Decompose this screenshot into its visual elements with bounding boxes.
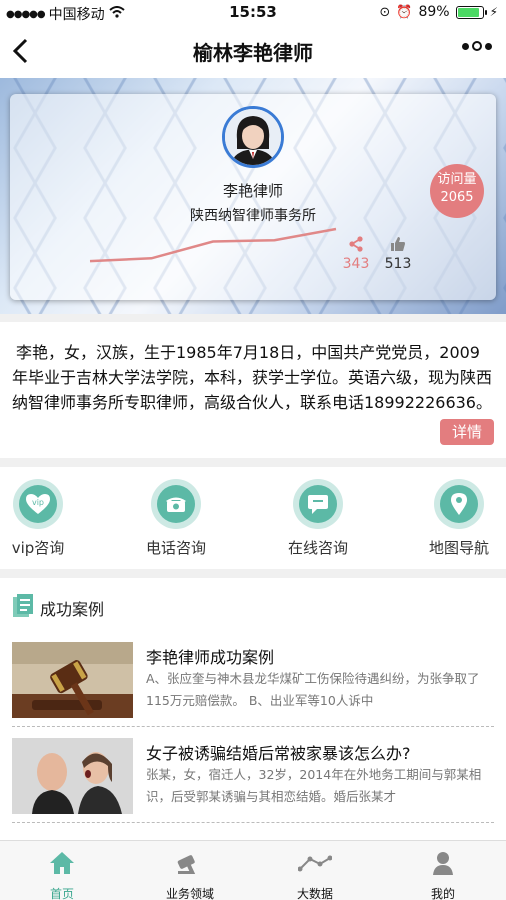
tab-big-data[interactable]: 大数据 <box>265 849 365 900</box>
status-bar: ●●●●● 中国移动 15:53 ⊙ ⏰ 89% ⚡ <box>0 0 506 26</box>
case-title: 李艳律师成功案例 <box>146 648 275 667</box>
visits-label: 访问量 <box>437 172 477 187</box>
thumbs-up-icon <box>382 236 414 256</box>
action-label: vip咨询 <box>11 539 65 557</box>
rotation-lock-icon: ⊙ <box>379 4 391 20</box>
battery-percent: 89% <box>418 4 450 20</box>
case-item[interactable]: 李艳律师成功案例 A、张应奎与神木县龙华煤矿工伤保险待遇纠纷，为张争取了115万… <box>12 642 494 730</box>
dot-icon <box>462 42 469 50</box>
tab-label: 我的 <box>430 887 455 900</box>
case-summary: A、张应奎与神木县龙华煤矿工伤保险待遇纠纷，为张争取了115万元赔偿款。 B、出… <box>146 671 480 708</box>
share-stat[interactable]: 343 <box>340 236 372 272</box>
svg-text:vip: vip <box>32 498 44 507</box>
case-summary: 张某，女，宿迁人，32岁，2014年在外地务工期间与郭某相识，后受郭某诱骗与其相… <box>146 767 482 804</box>
map-pin-icon <box>440 485 478 523</box>
share-count: 343 <box>342 256 370 272</box>
success-cases-section: 成功案例 李艳律师成功案例 A、张应奎与神木县龙华煤矿工伤保险待遇纠纷，为张争取… <box>0 578 506 840</box>
alarm-icon: ⏰ <box>396 4 413 20</box>
visits-trend-chart <box>89 227 337 263</box>
tab-business-areas[interactable]: 业务领域 <box>140 849 240 900</box>
tab-mine[interactable]: 我的 <box>393 849 493 900</box>
share-icon <box>340 236 372 256</box>
action-label: 地图导航 <box>428 539 489 557</box>
like-stat[interactable]: 513 <box>382 236 414 272</box>
battery-level <box>457 7 479 17</box>
chart-icon <box>265 849 365 877</box>
page-title: 榆林李艳律师 <box>193 41 313 65</box>
vip-icon-wrap: vip <box>13 479 63 529</box>
action-label: 在线咨询 <box>287 539 348 557</box>
firm-name: 陕西纳智律师事务所 <box>190 208 316 224</box>
bio-section: 李艳，女，汉族，生于1985年7月18日，中国共产党党员，2009年毕业于吉林大… <box>0 322 506 458</box>
nav-bar: 榆林李艳律师 <box>0 26 506 78</box>
detail-button[interactable]: 详情 <box>440 419 494 445</box>
tab-label: 首页 <box>49 887 74 900</box>
home-icon <box>12 849 112 877</box>
user-icon <box>393 849 493 877</box>
dot-ring-icon <box>472 41 482 51</box>
battery-icon <box>455 5 487 19</box>
trend-line <box>89 227 337 263</box>
consult-actions: vip vip咨询 电话咨询 在线咨询 地图导航 <box>0 467 506 569</box>
divider <box>12 822 494 823</box>
like-count: 513 <box>384 256 412 272</box>
cases-header: 成功案例 <box>12 594 104 622</box>
tab-home[interactable]: 首页 <box>12 849 112 900</box>
bottom-tab-bar: 首页 业务领域 大数据 我的 <box>0 840 506 900</box>
chat-icon-wrap <box>293 479 343 529</box>
case-item[interactable]: 女子被诱骗结婚后常被家暴该怎么办? 张某，女，宿迁人，32岁，2014年在外地务… <box>12 738 494 826</box>
divider <box>12 726 494 727</box>
visits-count: 2065 <box>440 190 474 205</box>
online-consult-button[interactable]: 在线咨询 <box>268 479 368 558</box>
case-thumbnail-couple <box>12 738 133 814</box>
cases-heading: 成功案例 <box>40 600 105 619</box>
vip-consult-button[interactable]: vip vip咨询 <box>0 479 88 558</box>
visits-badge: 访问量 2065 <box>430 164 484 218</box>
case-title: 女子被诱骗结婚后常被家暴该怎么办? <box>146 744 411 763</box>
action-label: 电话咨询 <box>145 539 206 557</box>
phone-consult-button[interactable]: 电话咨询 <box>126 479 226 558</box>
dot-icon <box>485 42 492 50</box>
chat-icon <box>299 485 337 523</box>
bio-text: 李艳，女，汉族，生于1985年7月18日，中国共产党党员，2009年毕业于吉林大… <box>12 343 493 412</box>
tab-label: 大数据 <box>296 887 333 900</box>
vip-icon: vip <box>19 485 57 523</box>
phone-icon <box>157 485 195 523</box>
tab-label: 业务领域 <box>165 887 214 900</box>
status-right: ⊙ ⏰ 89% ⚡ <box>379 4 498 20</box>
map-icon-wrap <box>434 479 484 529</box>
phone-icon-wrap <box>151 479 201 529</box>
case-thumbnail-gavel <box>12 642 133 718</box>
more-menu-icon[interactable] <box>462 41 492 51</box>
charging-icon: ⚡ <box>489 5 498 19</box>
map-navigation-button[interactable]: 地图导航 <box>409 479 506 558</box>
avatar <box>222 106 284 168</box>
document-icon <box>12 594 34 622</box>
gavel-icon <box>140 849 240 877</box>
